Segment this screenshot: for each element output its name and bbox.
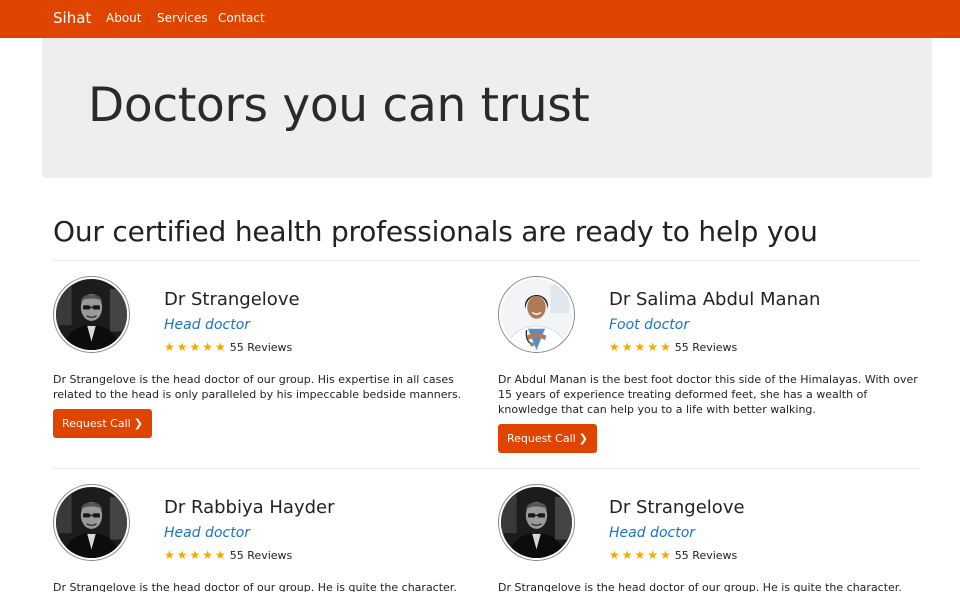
nav-link-services[interactable]: Services [157,11,208,25]
review-count: 55 Reviews [229,549,293,562]
doctor-rating: ★★★★★ 55 Reviews [609,340,737,354]
doctor-rating: ★★★★★ 55 Reviews [609,548,737,562]
top-navbar: Sihat About Services Contact [0,0,960,38]
doctor-avatar [53,276,130,353]
doctor-name: Dr Salima Abdul Manan [609,289,821,310]
section-title: Our certified health professionals are r… [53,215,818,248]
divider [53,260,919,261]
star-rating-icon: ★★★★★ [164,340,228,354]
star-rating-icon: ★★★★★ [609,340,673,354]
doctor-description: Dr Abdul Manan is the best foot doctor t… [498,373,918,416]
doctor-description: Dr Strangelove is the head doctor of our… [498,581,902,592]
brand-link[interactable]: Sihat [53,9,91,27]
doctor-role: Head doctor [164,525,251,541]
doctor-name: Dr Rabbiya Hayder [164,497,335,518]
doctor-card: Dr Strangelove Head doctor ★★★★★ 55 Revie… [498,484,920,592]
doctor-rating: ★★★★★ 55 Reviews [164,548,292,562]
doctor-name: Dr Strangelove [609,497,745,518]
doctor-card: Dr Strangelove Head doctor ★★★★★ 55 Revie… [53,276,475,446]
nav-link-contact[interactable]: Contact [218,11,265,25]
review-count: 55 Reviews [674,549,738,562]
nav-link-about[interactable]: About [106,11,141,25]
divider [53,468,919,469]
review-count: 55 Reviews [674,341,738,354]
hero-jumbotron: Doctors you can trust [42,38,932,178]
request-call-label: Request Call [62,417,131,430]
doctor-role: Head doctor [164,317,251,333]
doctor-role: Foot doctor [609,317,690,333]
request-call-button[interactable]: Request Call ❯ [498,424,597,453]
star-rating-icon: ★★★★★ [164,548,228,562]
chevron-right-icon: ❯ [133,417,143,430]
doctor-role: Head doctor [609,525,696,541]
star-rating-icon: ★★★★★ [609,548,673,562]
doctor-rating: ★★★★★ 55 Reviews [164,340,292,354]
doctor-card: Dr Rabbiya Hayder Head doctor ★★★★★ 55 Re… [53,484,475,592]
review-count: 55 Reviews [229,341,293,354]
request-call-button[interactable]: Request Call ❯ [53,409,152,438]
doctor-avatar [498,276,575,353]
doctor-description: Dr Strangelove is the head doctor of our… [53,581,457,592]
doctor-card: Dr Salima Abdul Manan Foot doctor ★★★★★ 5… [498,276,920,461]
doctor-avatar [498,484,575,561]
doctor-avatar [53,484,130,561]
chevron-right-icon: ❯ [578,432,588,445]
doctor-description: Dr Strangelove is the head doctor of our… [53,373,462,401]
doctor-name: Dr Strangelove [164,289,300,310]
request-call-label: Request Call [507,432,576,445]
hero-title: Doctors you can trust [88,78,590,133]
